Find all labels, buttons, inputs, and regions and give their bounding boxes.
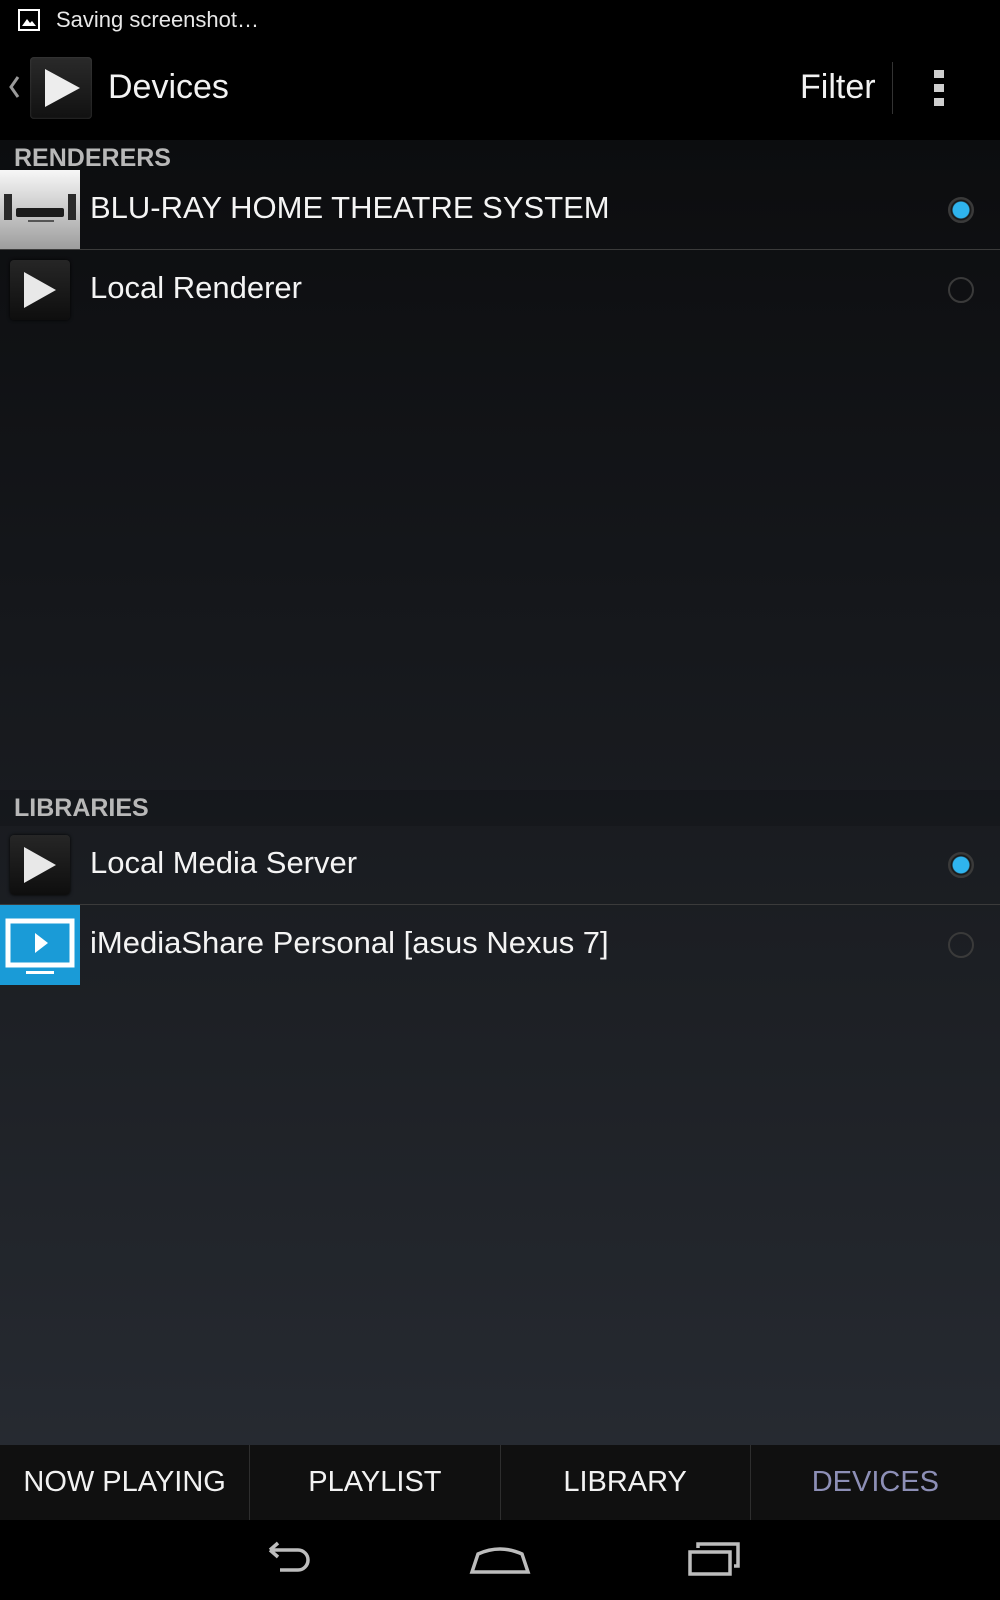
renderer-item-label: BLU-RAY HOME THEATRE SYSTEM (90, 190, 610, 225)
play-icon (10, 835, 70, 895)
recent-apps-icon[interactable] (686, 1538, 746, 1582)
tab-library[interactable]: LIBRARY (501, 1445, 751, 1520)
home-icon[interactable] (468, 1538, 532, 1582)
action-bar-divider (892, 62, 893, 114)
tab-now-playing[interactable]: NOW PLAYING (0, 1445, 251, 1520)
home-theatre-thumbnail-icon (0, 170, 80, 250)
renderer-item-local[interactable]: Local Renderer (0, 250, 1000, 330)
library-radio-selected[interactable] (948, 852, 974, 878)
library-item-label: iMediaShare Personal [asus Nexus 7] (90, 925, 609, 960)
library-item-local-media-server[interactable]: Local Media Server (0, 825, 1000, 905)
status-bar: Saving screenshot… (0, 0, 1000, 40)
play-icon (10, 260, 70, 320)
renderer-radio-selected[interactable] (948, 197, 974, 223)
libraries-section-header: LIBRARIES (0, 790, 1000, 826)
back-icon[interactable] (256, 1538, 316, 1582)
library-item-imediashare[interactable]: iMediaShare Personal [asus Nexus 7] (0, 905, 1000, 985)
tab-playlist[interactable]: PLAYLIST (250, 1445, 501, 1520)
system-navigation-bar (0, 1520, 1000, 1600)
renderer-radio-unselected[interactable] (948, 277, 974, 303)
devices-screen: Saving screenshot… Devices Filter RENDER… (0, 0, 1000, 1600)
filter-button[interactable]: Filter (800, 68, 876, 107)
imediashare-tv-icon (0, 905, 80, 985)
status-notification-text: Saving screenshot… (56, 7, 259, 32)
device-list: RENDERERS BLU-RAY HOME THEATRE SYSTEM Lo… (0, 140, 1000, 1445)
renderer-item-bluray[interactable]: BLU-RAY HOME THEATRE SYSTEM (0, 170, 1000, 250)
library-item-label: Local Media Server (90, 845, 358, 880)
library-radio-unselected[interactable] (948, 932, 974, 958)
overflow-menu-icon[interactable] (932, 70, 946, 106)
tab-devices[interactable]: DEVICES (751, 1445, 1000, 1520)
app-logo-icon[interactable] (30, 57, 92, 119)
up-caret-icon[interactable] (7, 74, 21, 100)
screenshot-notification-icon (18, 9, 40, 31)
bottom-tab-bar: NOW PLAYING PLAYLIST LIBRARY DEVICES (0, 1445, 1000, 1520)
action-bar: Devices Filter (0, 40, 1000, 140)
page-title: Devices (108, 68, 229, 106)
renderer-item-label: Local Renderer (90, 270, 302, 305)
